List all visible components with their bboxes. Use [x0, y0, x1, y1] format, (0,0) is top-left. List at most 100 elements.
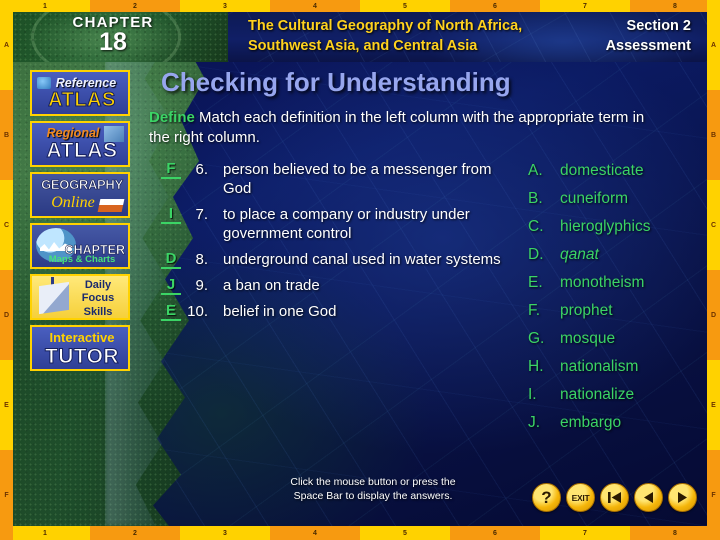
term-row[interactable]: I. nationalize [528, 386, 707, 404]
term-letter: G. [528, 329, 545, 347]
term-row[interactable]: B. cuneiform [528, 190, 707, 208]
section-line-2: Assessment [605, 37, 691, 54]
term-row[interactable]: F. prophet [528, 302, 707, 320]
sidebar-item-reference-atlas[interactable]: Reference ATLAS [30, 70, 130, 116]
help-button[interactable]: ? [532, 483, 561, 512]
chapter-maps-charts-inner: CHAPTER Maps & Charts [32, 225, 128, 267]
ruler-tick: 7 [583, 529, 587, 537]
ruler-tick: 5 [403, 2, 407, 10]
ruler-tick: C [3, 221, 10, 229]
ruler-tick: D [0, 270, 13, 360]
term-row[interactable]: D. qanat [528, 246, 707, 264]
term-row[interactable]: E. monotheism [528, 274, 707, 292]
next-button[interactable] [668, 483, 697, 512]
ruler-right: A B C D E F [707, 0, 720, 540]
chapter-number: 18 [99, 28, 127, 56]
interactive-tutor-inner: Interactive TUTOR [32, 327, 128, 369]
geography-online-inner: GEOGRAPHY Online [32, 174, 128, 216]
ruler-tick: C [710, 221, 717, 229]
term-letter: F. [528, 301, 541, 319]
definition-row[interactable]: F 6. person believed to be a messenger fro… [161, 160, 503, 198]
term-word: cuneiform [560, 189, 629, 207]
advance-hint: Click the mouse button or press the Spac… [213, 475, 533, 504]
term-row[interactable]: G. mosque [528, 330, 707, 348]
sidebar-item-sublabel: Maps & Charts [48, 254, 116, 265]
term-row[interactable]: H. nationalism [528, 358, 707, 376]
instruction-body: Match each definition in the left column… [149, 109, 645, 146]
term-letter: J. [528, 413, 541, 431]
ruler-tick: A [3, 41, 10, 49]
exit-label: EXIT [571, 492, 590, 503]
header-title-panel: The Cultural Geography of North Africa, … [228, 12, 707, 62]
chevron-left-icon [644, 492, 653, 503]
ruler-tick: 6 [450, 526, 540, 540]
exit-button[interactable]: EXIT [566, 483, 595, 512]
ruler-tick: F [707, 450, 720, 540]
question-number: 8. [195, 250, 208, 268]
answer-blank: I [161, 205, 181, 224]
definition-row[interactable]: I 7. to place a company or industry under … [161, 205, 503, 243]
sidebar-item-daily-focus-skills[interactable]: Daily Focus Skills [30, 274, 130, 320]
sidebar-item-label: Interactive [49, 330, 115, 345]
definition-text: to place a company or industry under gov… [223, 205, 470, 242]
sidebar-item-label: Regional [46, 126, 100, 140]
ruler-tick: 7 [583, 2, 587, 10]
ruler-bottom: 12345678 [0, 526, 720, 540]
chapter-identifier: CHAPTER 18 [33, 14, 193, 55]
previous-button[interactable] [634, 483, 663, 512]
ruler-tick: 4 [270, 0, 360, 12]
ruler-tick: 4 [270, 526, 360, 540]
ruler-tick: B [707, 90, 720, 180]
definition-column: F 6. person believed to be a messenger fro… [143, 160, 503, 328]
term-word: nationalize [560, 385, 635, 403]
question-number: 10. [187, 302, 208, 320]
definition-row[interactable]: J 9. a ban on trade [161, 276, 503, 295]
question-number: 9. [195, 276, 208, 294]
term-word: monotheism [560, 273, 645, 291]
definition-text: person believed to be a messenger from G… [223, 160, 492, 197]
answer-blank: J [161, 276, 181, 295]
advance-hint-line-1: Click the mouse button or press the [290, 475, 456, 488]
definition-row[interactable]: E 10. belief in one God [161, 302, 503, 321]
term-word: hieroglyphics [560, 217, 651, 235]
book-title: The Cultural Geography of North Africa, … [248, 18, 523, 54]
term-row[interactable]: C. hieroglyphics [528, 218, 707, 236]
sidebar-item-label: Daily Focus Skills [81, 279, 115, 318]
term-letter: H. [528, 357, 544, 375]
sidebar-item-sublabel: ATLAS [48, 89, 116, 112]
ruler-tick: 1 [43, 529, 47, 537]
ruler-tick: 3 [223, 529, 227, 537]
ruler-left: A B C D E F [0, 0, 13, 540]
answer-blank: E [161, 302, 181, 321]
instruction-text: Define Match each definition in the left… [149, 108, 659, 148]
term-word: mosque [560, 329, 616, 347]
ruler-tick: E [4, 401, 9, 409]
ruler-tick: 3 [223, 2, 227, 10]
ruler-top: 12345678 [0, 0, 720, 12]
sidebar-item-regional-atlas[interactable]: Regional ATLAS [30, 121, 130, 167]
term-row[interactable]: J. embargo [528, 414, 707, 432]
page-title: Checking for Understanding [161, 67, 511, 97]
term-word: domesticate [560, 161, 644, 179]
ruler-tick: A [710, 41, 717, 49]
slide-body: CHAPTER 18 The Cultural Geography of Nor… [13, 12, 707, 526]
question-number: 6. [195, 160, 208, 178]
answer-blank: F [161, 160, 181, 179]
question-mark-icon: ? [541, 488, 552, 507]
definition-row[interactable]: D 8. underground canal used in water syste… [161, 250, 503, 269]
section-line-1: Section 2 [626, 18, 691, 34]
term-row[interactable]: A. domesticate [528, 162, 707, 180]
navigation-bar: ? EXIT [532, 483, 697, 512]
ruler-tick: 2 [90, 526, 180, 540]
question-number: 7. [195, 205, 208, 223]
ruler-tick: 6 [450, 0, 540, 12]
sidebar-item-interactive-tutor[interactable]: Interactive TUTOR [30, 325, 130, 371]
sidebar-item-chapter-maps-charts[interactable]: CHAPTER Maps & Charts [30, 223, 130, 269]
first-button[interactable] [600, 483, 629, 512]
advance-hint-line-2: Space Bar to display the answers. [293, 490, 453, 503]
sidebar-item-geography-online[interactable]: GEOGRAPHY Online [30, 172, 130, 218]
ruler-tick: 5 [403, 529, 407, 537]
definition-text: underground canal used in water systems [223, 250, 501, 268]
term-column: A. domesticate B. cuneiform C. hieroglyphics D… [528, 162, 707, 442]
term-word: prophet [560, 301, 613, 319]
